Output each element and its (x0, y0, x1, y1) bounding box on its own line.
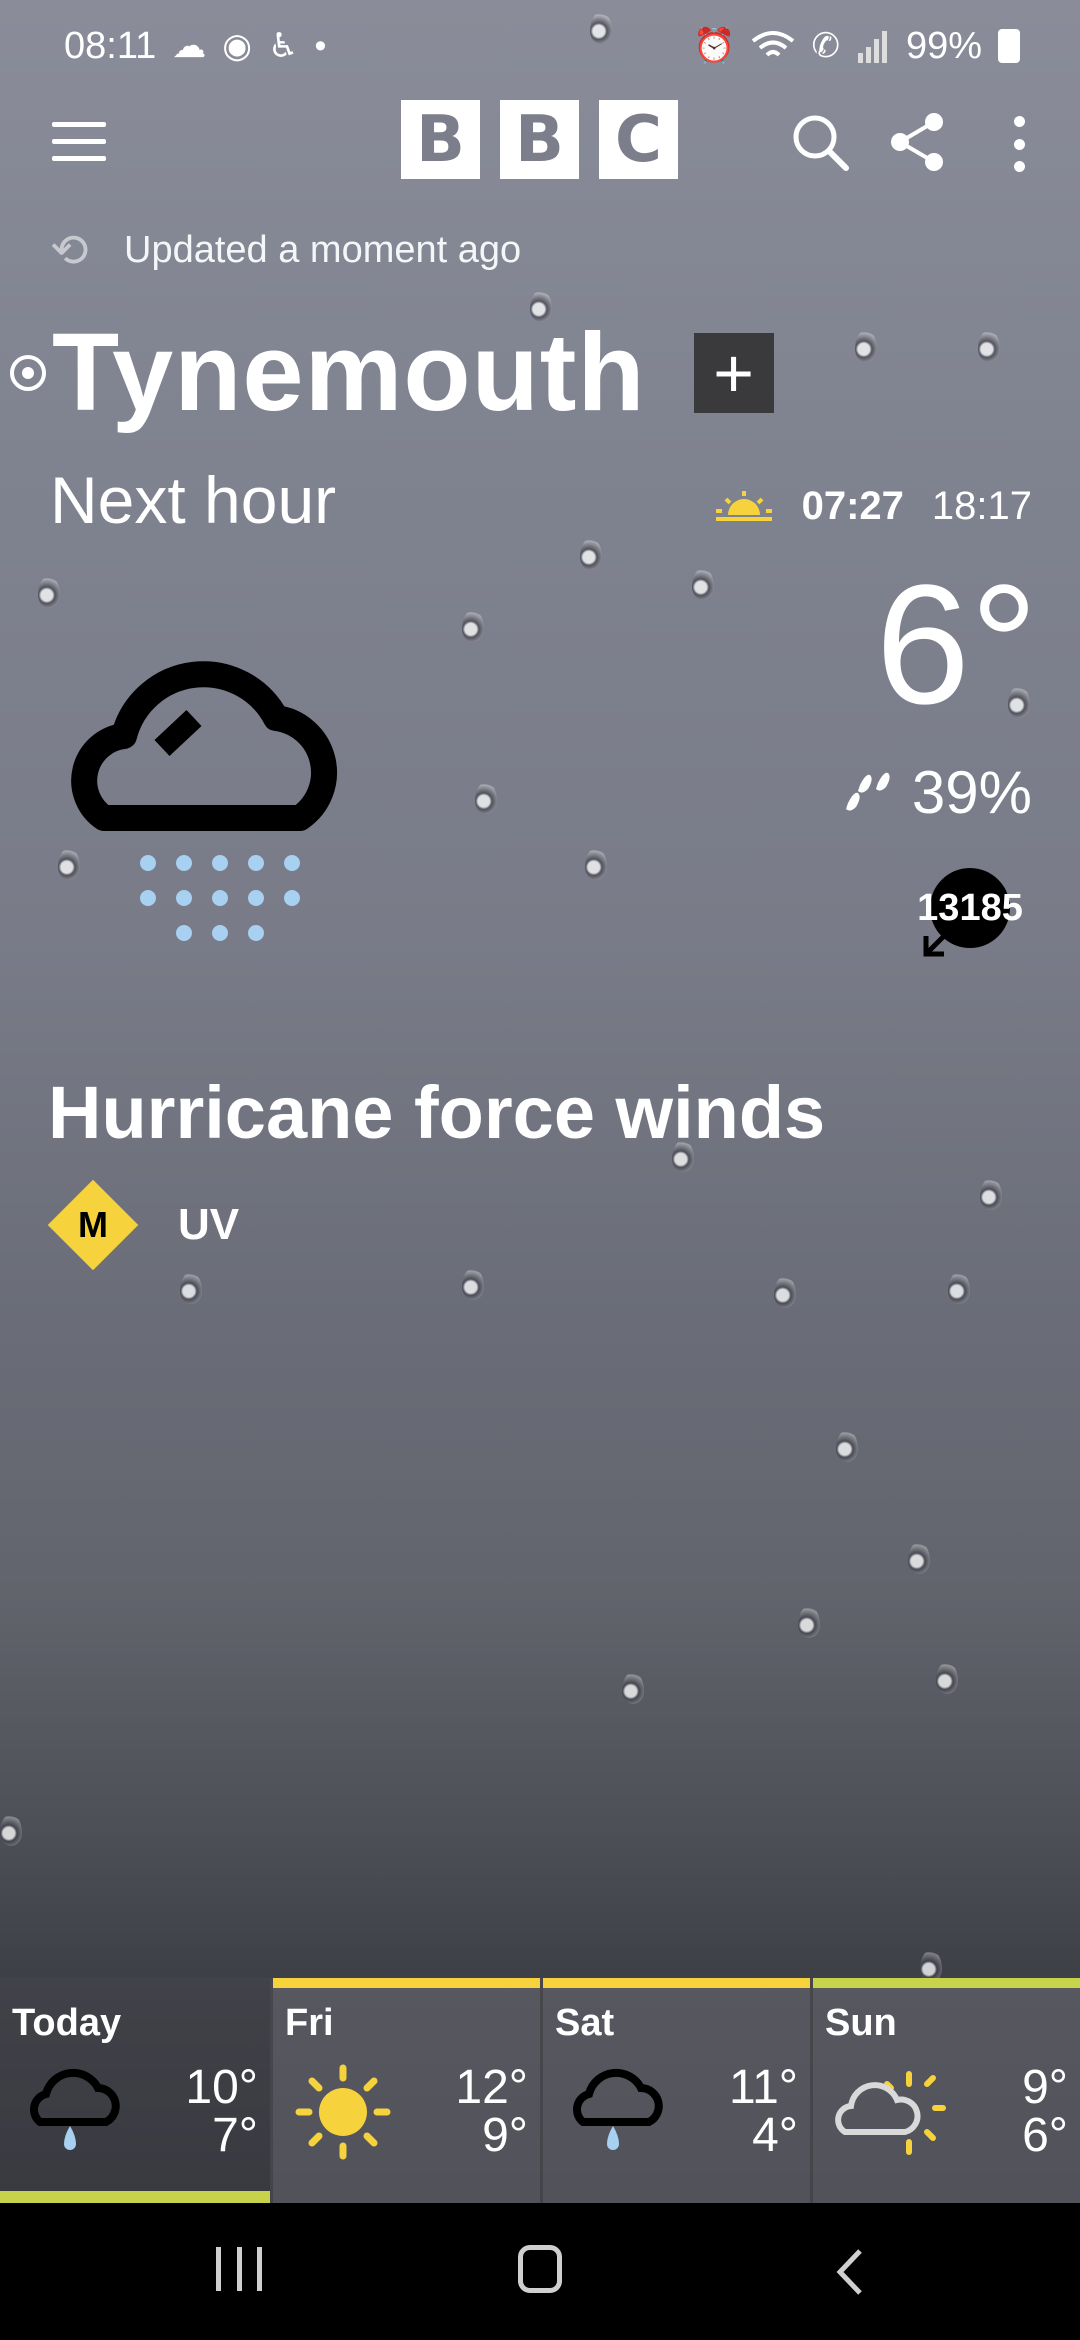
day-name: Fri (285, 2002, 334, 2044)
day-high: 9° (1022, 2061, 1068, 2114)
day-name: Today (12, 2002, 122, 2044)
logo-block: B (401, 100, 480, 179)
sunrise-icon (715, 490, 772, 521)
day-low: 6° (1022, 2109, 1068, 2162)
wind-direction-icon (923, 926, 954, 957)
cloud-icon: ☁ (172, 27, 207, 65)
logo-block: C (599, 100, 678, 179)
current-temperature: 6° (875, 550, 1038, 740)
search-icon[interactable] (790, 112, 850, 172)
back-button[interactable] (830, 2247, 870, 2297)
updated-text: Updated a moment ago (124, 228, 522, 271)
sunrise-time: 07:27 (801, 484, 904, 528)
sunset-time: 18:17 (931, 484, 1032, 528)
day-name: Sun (825, 2002, 897, 2044)
status-left: 08:11 ☁ ◉ ♿ • (64, 25, 326, 68)
forecast-day-fri[interactable]: Fri 12° 9° (270, 1978, 540, 2203)
wifi-calling-icon: ✆ (811, 27, 840, 65)
uv-row: M UV (47, 1179, 240, 1271)
uv-label: UV (178, 1200, 240, 1249)
location-name[interactable]: Tynemouth (52, 308, 646, 438)
updated-row: ⟲ Updated a moment ago (50, 227, 522, 273)
uv-level: M (78, 1204, 108, 1245)
alarm-icon: ⏰ (693, 27, 736, 65)
raindrops-icon (845, 772, 890, 811)
next-hour-label: Next hour (50, 463, 337, 537)
sun-cloud-icon (835, 2071, 946, 2155)
status-time: 08:11 (64, 24, 157, 67)
accessibility-icon: ♿ (267, 27, 299, 65)
day-high: 10° (185, 2061, 258, 2114)
refresh-icon[interactable]: ⟲ (50, 227, 94, 273)
battery-percent: 99% (905, 24, 982, 67)
forecast-strip: Today 10° 7° Fri 12° 9° Sat 11° 4° Sun 9… (0, 1978, 1080, 2203)
day-low: 9° (482, 2109, 528, 2162)
add-location-button[interactable]: + (693, 333, 774, 413)
day-high: 12° (455, 2061, 528, 2114)
location-row: Tynemouth + (10, 308, 774, 438)
forecast-day-today[interactable]: Today 10° 7° (0, 1978, 270, 2203)
status-bar: 08:11 ☁ ◉ ♿ • ⏰ ✆ 99% (0, 0, 1080, 92)
wifi-icon (752, 31, 795, 57)
precipitation-value: 39% (911, 759, 1032, 826)
forecast-day-sat[interactable]: Sat 11° 4° (540, 1978, 810, 2203)
logo-block: B (500, 100, 579, 179)
sun-icon (295, 2064, 391, 2160)
day-low: 7° (212, 2109, 258, 2162)
bbc-logo: B B C (401, 100, 678, 179)
forecast-day-sun[interactable]: Sun 9° 6° (810, 1978, 1080, 2203)
precipitation: 39% (845, 758, 1032, 827)
more-options-icon[interactable] (1008, 116, 1030, 172)
weather-description: Hurricane force winds (48, 1071, 826, 1154)
signal-icon (857, 31, 887, 63)
cloud-rain-icon (30, 2068, 120, 2150)
app-bar: B B C (0, 100, 1080, 184)
home-button[interactable] (518, 2245, 562, 2293)
dot-icon: • (314, 27, 327, 65)
navigation-bar (0, 2203, 1080, 2340)
status-right: ⏰ ✆ 99% (693, 25, 1020, 68)
uv-badge: M (47, 1179, 139, 1271)
day-high: 11° (728, 2061, 798, 2114)
day-low: 4° (752, 2109, 798, 2162)
cloud-rain-icon (573, 2068, 663, 2150)
menu-icon[interactable] (52, 122, 106, 162)
recents-button[interactable] (216, 2247, 262, 2291)
share-icon[interactable] (888, 112, 946, 172)
current-location-icon (10, 355, 46, 391)
media-icon: ◉ (222, 27, 252, 65)
day-name: Sat (555, 2002, 615, 2044)
cloud-rain-icon (71, 661, 338, 941)
battery-icon (998, 29, 1020, 63)
sun-times: 07:27 18:17 (714, 484, 1032, 529)
